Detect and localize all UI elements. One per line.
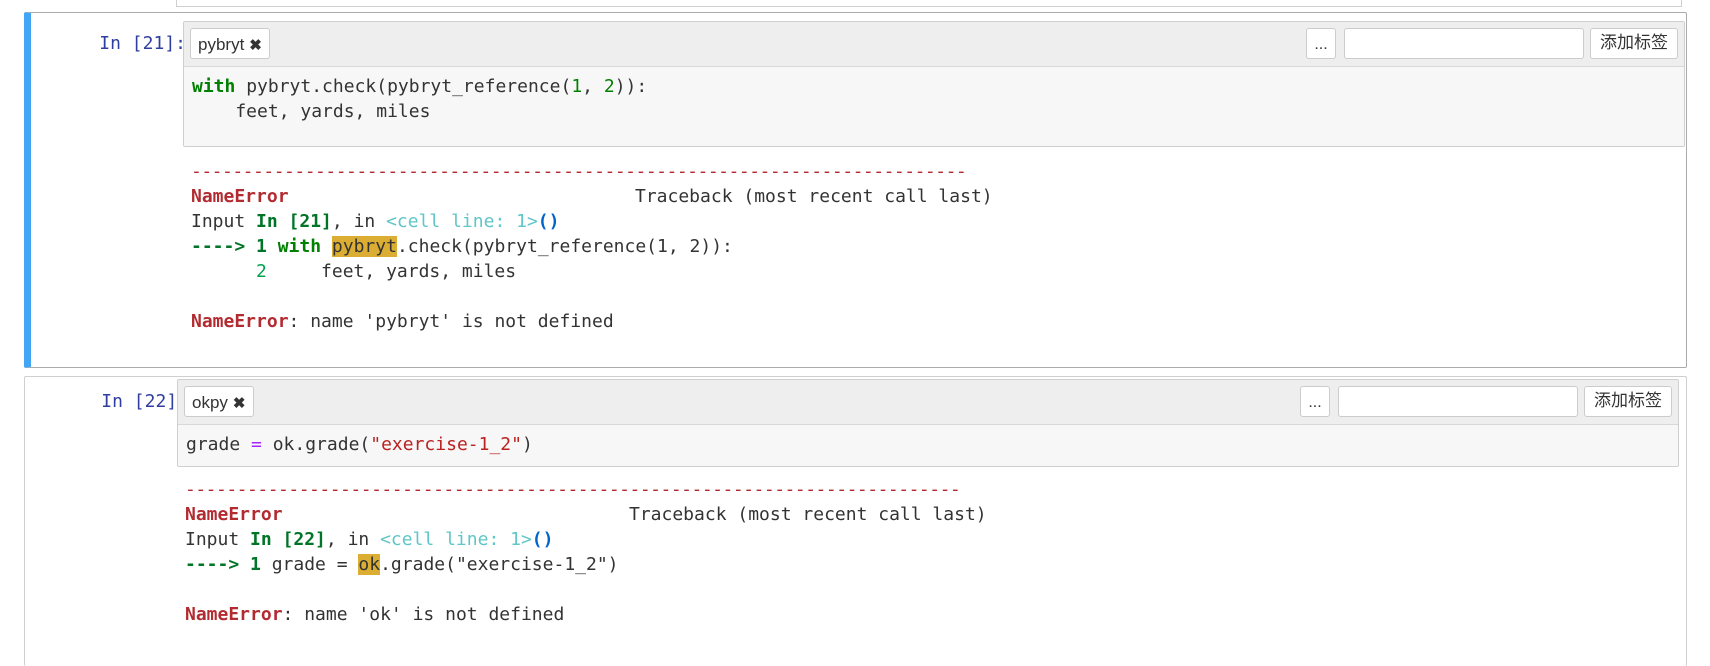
error-name: NameError [191,311,289,332]
traceback-line-number: 2 [191,261,267,282]
notebook-cell-22[interactable]: In [22]: okpy ✖ ... 添加标签 grade = ok.grade… [24,376,1687,666]
traceback-text: grade = [271,554,359,575]
code-token: grade [186,434,252,455]
code-token: , [582,76,604,97]
traceback-separator: ----------------------------------------… [185,479,961,500]
error-highlight: pybryt [331,236,397,257]
code-token: "exercise-1_2" [370,434,522,455]
traceback-input-ref: In [21] [256,211,332,232]
remove-tag-icon[interactable]: ✖ [249,37,262,54]
error-name: NameError [191,186,289,207]
code-token: pybryt.check(pybryt_reference( [235,76,572,97]
tag-more-button[interactable]: ... [1306,28,1336,59]
error-message: : name 'ok' is not defined [282,604,565,625]
traceback-text: , in [331,211,387,232]
tag-toolbar: pybryt ✖ ... 添加标签 [184,22,1684,67]
previous-cell-edge [176,0,1682,7]
traceback-text: , in [325,529,381,550]
traceback-header: Traceback (most recent call last) [635,186,993,207]
traceback-text: .grade("exercise-1_2") [380,554,619,575]
traceback-header: Traceback (most recent call last) [629,504,987,525]
traceback-separator: ----------------------------------------… [191,161,967,182]
code-token: with [192,76,236,97]
input-prompt: In [22]: [101,391,188,412]
code-input-area[interactable]: pybryt ✖ ... 添加标签 with pybryt.check(pybry… [183,21,1685,147]
code-token: = [251,434,262,455]
code-token: )): [614,76,648,97]
tag-label: pybryt [198,35,245,54]
traceback-cell-location: <cell line: 1> [380,529,532,550]
error-name: NameError [185,604,283,625]
add-tag-button[interactable]: 添加标签 [1590,28,1678,59]
tag-toolbar: okpy ✖ ... 添加标签 [178,380,1678,425]
notebook-cell-21[interactable]: In [21]: pybryt ✖ ... 添加标签 with pybryt.ch… [24,12,1687,368]
traceback-text: () [531,529,554,550]
traceback-text: Input [185,529,251,550]
remove-tag-icon[interactable]: ✖ [233,395,246,412]
tag-name-input[interactable] [1338,386,1578,417]
traceback-text [321,236,332,257]
code-line: feet, yards, miles [192,101,431,122]
traceback-cell-location: <cell line: 1> [386,211,538,232]
tag-chip[interactable]: okpy ✖ [184,386,254,417]
traceback-text: () [537,211,560,232]
error-highlight: ok [358,554,381,575]
code-input-area[interactable]: okpy ✖ ... 添加标签 grade = ok.grade("exercis… [177,379,1679,467]
code-token: 2 [603,76,615,97]
tag-chip[interactable]: pybryt ✖ [190,28,270,59]
traceback-text: feet, yards, miles [266,261,517,282]
code-token: ok.grade( [261,434,371,455]
code-editor[interactable]: with pybryt.check(pybryt_reference(1, 2)… [192,74,1676,124]
traceback-text: .check(pybryt_reference(1, 2)): [396,236,733,257]
tag-label: okpy [192,393,228,412]
error-message: : name 'pybryt' is not defined [288,311,614,332]
add-tag-button[interactable]: 添加标签 [1584,386,1672,417]
code-editor[interactable]: grade = ok.grade("exercise-1_2") [186,432,1670,457]
traceback-text: with [277,236,322,257]
input-prompt: In [21]: [99,33,186,54]
traceback-input-ref: In [22] [250,529,326,550]
tag-more-button[interactable]: ... [1300,386,1330,417]
error-output: ----------------------------------------… [191,159,1681,334]
traceback-arrow: ----> 1 [185,554,272,575]
error-name: NameError [185,504,283,525]
traceback-arrow: ----> 1 [191,236,278,257]
traceback-text: Input [191,211,257,232]
code-token: 1 [571,76,583,97]
error-output: ----------------------------------------… [185,477,1675,627]
code-token: ) [521,434,533,455]
tag-name-input[interactable] [1344,28,1584,59]
